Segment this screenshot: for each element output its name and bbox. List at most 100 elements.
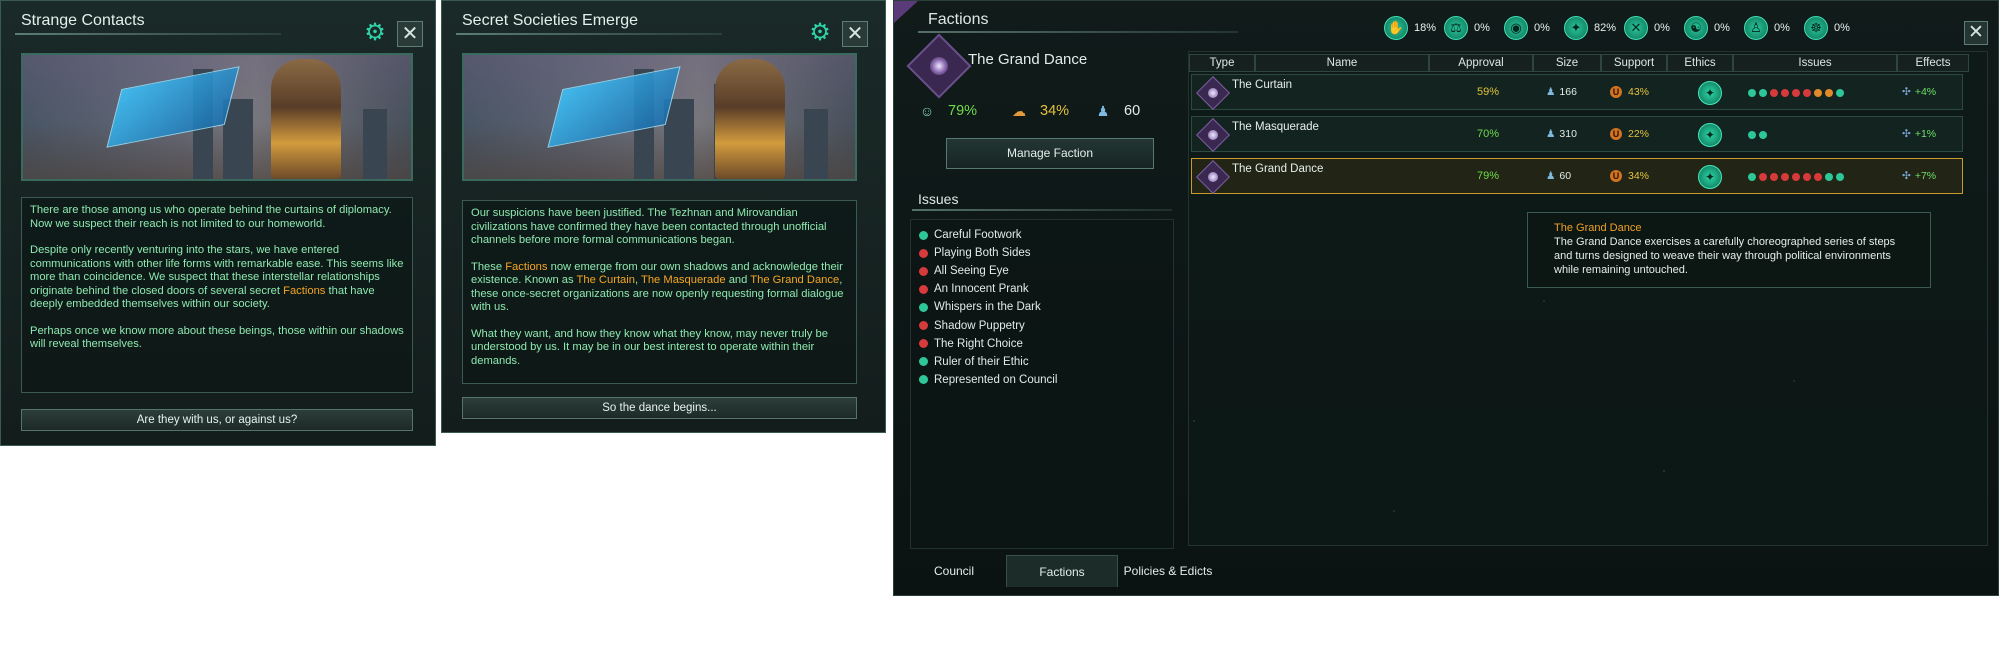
close-icon[interactable]: ✕ xyxy=(397,21,423,47)
column-header-issues[interactable]: Issues xyxy=(1733,54,1897,72)
title-divider xyxy=(456,33,722,35)
issue-label: Whispers in the Dark xyxy=(934,301,1041,314)
issues-divider xyxy=(912,209,1172,211)
faction-support: U 34% xyxy=(1610,170,1649,182)
issue-item[interactable]: Playing Both Sides xyxy=(919,244,1165,262)
bottom-tabs: Council Factions Policies & Edicts xyxy=(902,555,1218,587)
ethic-attraction-value: 0% xyxy=(1714,22,1730,34)
column-header-support[interactable]: Support xyxy=(1601,54,1667,72)
support-icon: U xyxy=(1610,170,1622,182)
issue-dot-icon xyxy=(1781,173,1789,181)
event-option-button[interactable]: So the dance begins... xyxy=(462,397,857,419)
ethic-attraction-item[interactable]: ✦ 82% xyxy=(1564,14,1624,42)
issue-dot-icon xyxy=(1759,89,1767,97)
faction-row[interactable]: The Masquerade 70% ♟ 310 U 22% ✦ ✣ +1% xyxy=(1191,116,1963,152)
faction-emblem-icon xyxy=(1196,76,1230,110)
faction-row[interactable]: The Curtain 59% ♟ 166 U 43% ✦ ✣ +4% xyxy=(1191,74,1963,110)
factions-window: Factions ✋ 18% ⚖ 0% ◉ 0% ✦ 82% ✕ 0% ☯ 0% ♙ 0% ☸ 0% ✕ Th… xyxy=(893,0,1999,596)
manage-faction-button[interactable]: Manage Faction xyxy=(946,138,1154,169)
issue-label: Represented on Council xyxy=(934,373,1058,386)
issue-item[interactable]: Careful Footwork xyxy=(919,226,1165,244)
issue-status-dot-icon xyxy=(919,248,928,258)
column-header-ethics[interactable]: Ethics xyxy=(1667,54,1733,72)
ethic-attraction-item[interactable]: ⚖ 0% xyxy=(1444,14,1504,42)
issue-dot-icon xyxy=(1770,173,1778,181)
faction-approval: 79% xyxy=(1476,170,1500,182)
column-header-effects[interactable]: Effects xyxy=(1897,54,1969,72)
issue-status-dot-icon xyxy=(919,339,928,349)
ethic-2-icon: ⚖ xyxy=(1444,16,1468,40)
issue-item[interactable]: An Innocent Prank xyxy=(919,280,1165,298)
approval-value: 79% xyxy=(948,103,978,119)
faction-detail-panel: The Grand Dance ☺ 79% ☁ 34% ♟ 60 Manage … xyxy=(902,33,1182,551)
description-paragraph: Despite only recently venturing into the… xyxy=(30,244,404,312)
ethic-6-icon: ☯ xyxy=(1684,16,1708,40)
issue-item[interactable]: All Seeing Eye xyxy=(919,262,1165,280)
ethic-attraction-item[interactable]: ☸ 0% xyxy=(1804,14,1864,42)
paragraph-text: There are those among us who operate beh… xyxy=(30,204,392,230)
faction-issue-dots xyxy=(1748,89,1844,97)
event-banner-image xyxy=(21,53,413,181)
faction-support: U 43% xyxy=(1610,86,1649,98)
faction-size-value: 310 xyxy=(1559,128,1577,140)
column-header-approval[interactable]: Approval xyxy=(1429,54,1533,72)
effect-icon: ✣ xyxy=(1902,86,1911,98)
column-header-size[interactable]: Size xyxy=(1533,54,1601,72)
gear-icon[interactable]: ⚙ xyxy=(363,21,387,45)
event-option-button[interactable]: Are they with us, or against us? xyxy=(21,409,413,431)
issue-dot-icon xyxy=(1792,89,1800,97)
column-header-type[interactable]: Type xyxy=(1189,54,1255,72)
gear-icon[interactable]: ⚙ xyxy=(808,21,832,45)
tooltip-title: The Grand Dance xyxy=(1554,222,1642,234)
faction-size: ♟ 310 xyxy=(1546,128,1577,140)
tab-council[interactable]: Council xyxy=(902,555,1006,587)
column-header-name[interactable]: Name xyxy=(1255,54,1429,72)
support-icon: U xyxy=(1610,128,1622,140)
close-icon[interactable]: ✕ xyxy=(1964,21,1988,45)
event-banner-image xyxy=(462,53,857,181)
faction-row[interactable]: The Grand Dance 79% ♟ 60 U 34% ✦ ✣ +7% xyxy=(1191,158,1963,194)
ethic-3-icon: ◉ xyxy=(1504,16,1528,40)
issues-list: Careful Footwork Playing Both Sides All Se… xyxy=(910,219,1174,549)
issue-item[interactable]: The Right Choice xyxy=(919,335,1165,353)
ethic-attraction-item[interactable]: ✕ 0% xyxy=(1624,14,1684,42)
issue-dot-icon xyxy=(1803,173,1811,181)
issue-status-dot-icon xyxy=(919,284,928,294)
issue-dot-icon xyxy=(1825,89,1833,97)
issue-dot-icon xyxy=(1792,173,1800,181)
ethic-attraction-item[interactable]: ☯ 0% xyxy=(1684,14,1744,42)
faction-support-value: 34% xyxy=(1628,170,1650,182)
issue-dot-icon xyxy=(1836,89,1844,97)
ethic-attraction-item[interactable]: ✋ 18% xyxy=(1384,14,1444,42)
close-icon[interactable]: ✕ xyxy=(842,21,868,47)
faction-effect: ✣ +7% xyxy=(1902,170,1936,182)
issue-item[interactable]: Whispers in the Dark xyxy=(919,298,1165,316)
highlight-link: The Masquerade xyxy=(641,274,726,286)
tab-policies-edicts[interactable]: Policies & Edicts xyxy=(1118,555,1218,587)
selected-faction-name: The Grand Dance xyxy=(968,51,1088,68)
factions-table: Type Name Approval Size Support Ethics Issues E… xyxy=(1188,51,1988,546)
issue-item[interactable]: Represented on Council xyxy=(919,371,1165,389)
highlight-link: Factions xyxy=(283,284,326,297)
description-paragraph: What they want, and how they know what t… xyxy=(471,328,848,369)
ethic-attraction-value: 18% xyxy=(1414,22,1437,34)
title-divider xyxy=(918,31,1238,33)
ethic-4-icon: ✦ xyxy=(1564,16,1588,40)
description-paragraph: Perhaps once we know more about these be… xyxy=(30,325,404,352)
issue-dot-icon xyxy=(1803,89,1811,97)
issue-label: An Innocent Prank xyxy=(934,283,1029,296)
ethic-attraction-value: 0% xyxy=(1774,22,1790,34)
tab-factions[interactable]: Factions xyxy=(1006,555,1118,587)
ethic-attraction-item[interactable]: ♙ 0% xyxy=(1744,14,1804,42)
faction-emblem-icon xyxy=(1196,160,1230,194)
size-value: 60 xyxy=(1124,103,1141,119)
ethic-attraction-item[interactable]: ◉ 0% xyxy=(1504,14,1564,42)
table-header: Type Name Approval Size Support Ethics Issues E… xyxy=(1189,54,1987,72)
highlight-link: The Grand Dance xyxy=(750,274,840,286)
issue-dot-icon xyxy=(1814,89,1822,97)
issue-item[interactable]: Ruler of their Ethic xyxy=(919,353,1165,371)
issue-dot-icon xyxy=(1759,173,1767,181)
issue-item[interactable]: Shadow Puppetry xyxy=(919,316,1165,334)
highlight-link: The Curtain xyxy=(576,274,635,286)
ethic-icon: ✦ xyxy=(1698,165,1722,189)
